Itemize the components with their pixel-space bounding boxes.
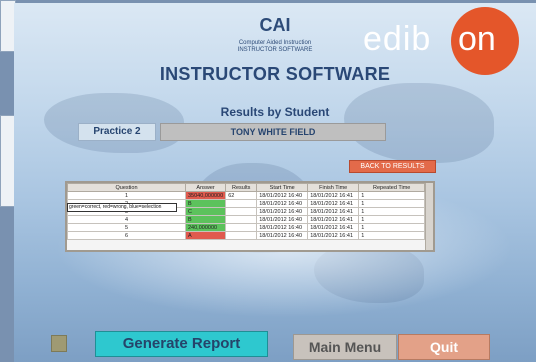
start-time-cell: 18/01/2012 16:40 bbox=[256, 191, 309, 200]
finish-time-cell: 18/01/2012 16:41 bbox=[307, 231, 360, 240]
column-header[interactable]: Repeated Time bbox=[358, 183, 426, 192]
results-cell bbox=[225, 207, 258, 216]
repeated-time-cell: 1 bbox=[358, 199, 426, 208]
color-legend: green=correct, red=wrong, blue=selection bbox=[67, 203, 177, 212]
finish-time-cell: 18/01/2012 16:41 bbox=[307, 191, 360, 200]
main-menu-button[interactable]: Main Menu bbox=[293, 334, 397, 360]
repeated-time-cell: 1 bbox=[358, 223, 426, 232]
results-cell bbox=[225, 215, 258, 224]
finish-time-cell: 18/01/2012 16:41 bbox=[307, 199, 360, 208]
student-name: TONY WHITE FIELD bbox=[160, 123, 386, 141]
answer-cell: B bbox=[184, 215, 227, 224]
brand-logo-text-highlight: on bbox=[458, 20, 496, 58]
small-square-button[interactable] bbox=[51, 335, 67, 352]
column-header[interactable]: Question bbox=[67, 183, 186, 192]
instructor-software-window: CAI Computer Aided Instruction INSTRUCTO… bbox=[14, 3, 536, 362]
page-subtitle: Results by Student bbox=[220, 105, 330, 119]
table-row[interactable]: 5 240,000000 18/01/2012 16:40 18/01/2012 16… bbox=[67, 223, 426, 232]
grid-scrollbar[interactable] bbox=[425, 183, 433, 250]
results-cell bbox=[225, 231, 258, 240]
question-cell: 6 bbox=[67, 231, 186, 240]
answer-cell: B bbox=[184, 199, 227, 208]
page-title: INSTRUCTOR SOFTWARE bbox=[159, 64, 391, 84]
brand-logo-text: edib bbox=[363, 20, 432, 58]
start-time-cell: 18/01/2012 16:40 bbox=[256, 223, 309, 232]
question-cell: 4 bbox=[67, 215, 186, 224]
repeated-time-cell: 1 bbox=[358, 191, 426, 200]
finish-time-cell: 18/01/2012 16:41 bbox=[307, 215, 360, 224]
repeated-time-cell: 1 bbox=[358, 207, 426, 216]
generate-report-button[interactable]: Generate Report bbox=[95, 331, 268, 357]
table-row[interactable]: 6 A 18/01/2012 16:40 18/01/2012 16:41 1 bbox=[67, 231, 426, 240]
question-cell: 5 bbox=[67, 223, 186, 232]
results-cell bbox=[225, 223, 258, 232]
column-header[interactable]: Finish Time bbox=[307, 183, 360, 192]
back-to-results-button[interactable]: BACK TO RESULTS bbox=[349, 160, 436, 173]
answer-cell: 240,000000 bbox=[184, 223, 227, 232]
column-header[interactable]: Results bbox=[225, 183, 258, 192]
start-time-cell: 18/01/2012 16:40 bbox=[256, 199, 309, 208]
start-time-cell: 18/01/2012 16:40 bbox=[256, 207, 309, 216]
answer-cell: 35040,000000 bbox=[184, 191, 227, 200]
finish-time-cell: 18/01/2012 16:41 bbox=[307, 223, 360, 232]
results-cell: 62 bbox=[225, 191, 258, 200]
results-grid: Question Answer Results Start Time Finish Ti… bbox=[65, 181, 435, 252]
answer-cell: C bbox=[184, 207, 227, 216]
repeated-time-cell: 1 bbox=[358, 215, 426, 224]
question-cell: 1 bbox=[67, 191, 186, 200]
column-header[interactable]: Answer bbox=[184, 183, 227, 192]
practice-label: Practice 2 bbox=[78, 123, 156, 141]
finish-time-cell: 18/01/2012 16:41 bbox=[307, 207, 360, 216]
results-cell bbox=[225, 199, 258, 208]
answer-cell: A bbox=[184, 231, 227, 240]
column-header[interactable]: Start Time bbox=[256, 183, 309, 192]
repeated-time-cell: 1 bbox=[358, 231, 426, 240]
start-time-cell: 18/01/2012 16:40 bbox=[256, 231, 309, 240]
table-row[interactable]: 4 B 18/01/2012 16:40 18/01/2012 16:41 1 bbox=[67, 215, 426, 224]
table-row[interactable]: 1 35040,000000 62 18/01/2012 16:40 18/01/201… bbox=[67, 191, 426, 200]
start-time-cell: 18/01/2012 16:40 bbox=[256, 215, 309, 224]
quit-button[interactable]: Quit bbox=[398, 334, 490, 360]
